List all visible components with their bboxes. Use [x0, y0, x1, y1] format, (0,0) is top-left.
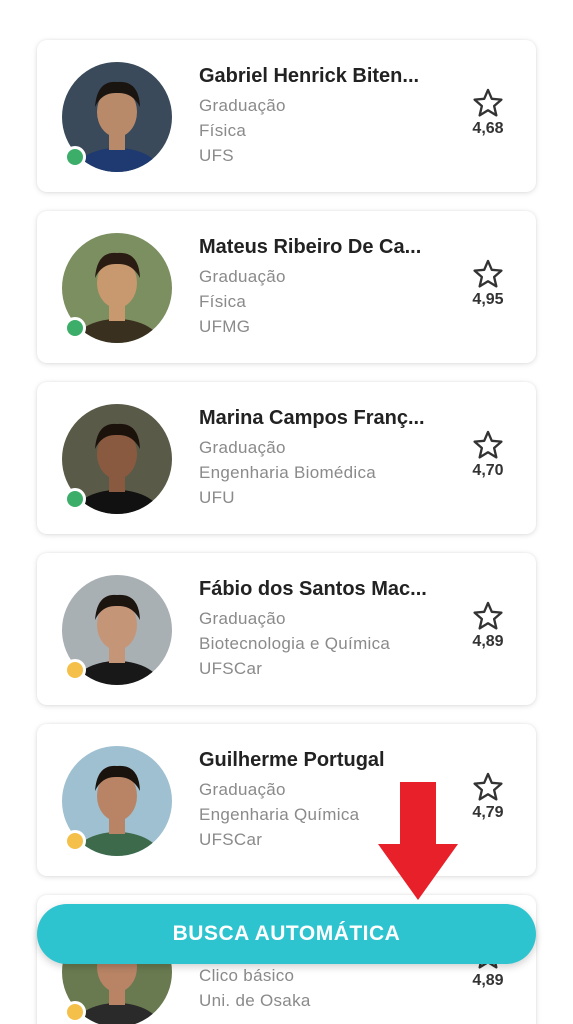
tutor-course: Uni. de Osaka — [199, 991, 311, 1010]
tutor-rating: 4,95 — [462, 259, 514, 309]
arrow-down-icon — [378, 782, 458, 900]
tutor-card[interactable]: Guilherme Portugal Graduação Engenharia … — [37, 724, 536, 876]
online-status-indicator — [64, 317, 86, 339]
star-outline-icon — [462, 772, 514, 802]
tutor-name: Gabriel Henrick Biten... — [199, 65, 420, 87]
rating-value: 4,70 — [472, 462, 504, 479]
star-outline-icon — [462, 430, 514, 460]
away-status-indicator — [64, 1001, 86, 1023]
tutor-university: UFU — [199, 488, 235, 507]
automatic-search-button[interactable]: BUSCA AUTOMÁTICA — [37, 904, 536, 964]
star-outline-icon — [462, 259, 514, 289]
tutor-course: Física — [199, 292, 247, 311]
tutor-level: Graduação — [199, 96, 286, 115]
star-outline-icon — [462, 601, 514, 631]
tutor-name: Mateus Ribeiro De Ca... — [199, 236, 422, 258]
tutor-course: Biotecnologia e Química — [199, 634, 391, 653]
rating-value: 4,89 — [472, 633, 504, 650]
tutor-rating: 4,89 — [462, 601, 514, 651]
tutor-course: Física — [199, 121, 247, 140]
tutor-university: UFS — [199, 146, 234, 165]
rating-value: 4,89 — [472, 972, 504, 989]
rating-value: 4,68 — [472, 120, 504, 137]
tutor-level: Graduação — [199, 267, 286, 286]
tutor-card[interactable]: Mateus Ribeiro De Ca... Graduação Física… — [37, 211, 536, 363]
tutor-rating: 4,79 — [462, 772, 514, 822]
tutor-university: UFMG — [199, 317, 251, 336]
tutor-level: Graduação — [199, 438, 286, 457]
tutor-course: Engenharia Biomédica — [199, 463, 377, 482]
tutor-level: Graduação — [199, 609, 286, 628]
online-status-indicator — [64, 146, 86, 168]
tutor-name: Guilherme Portugal — [199, 749, 385, 771]
away-status-indicator — [64, 659, 86, 681]
tutor-rating: 4,70 — [462, 430, 514, 480]
online-status-indicator — [64, 488, 86, 510]
tutor-rating: 4,68 — [462, 88, 514, 138]
rating-value: 4,79 — [472, 804, 504, 821]
star-outline-icon — [462, 88, 514, 118]
tutor-list: Gabriel Henrick Biten... Graduação Físic… — [0, 0, 573, 1024]
tutor-university: UFSCar — [199, 659, 263, 678]
rating-value: 4,95 — [472, 291, 504, 308]
tutor-name: Fábio dos Santos Mac... — [199, 578, 427, 600]
away-status-indicator — [64, 830, 86, 852]
tutor-name: Marina Campos Franç... — [199, 407, 425, 429]
tutor-card[interactable]: Marina Campos Franç... Graduação Engenha… — [37, 382, 536, 534]
tutor-card[interactable]: Gabriel Henrick Biten... Graduação Físic… — [37, 40, 536, 192]
tutor-card[interactable]: Fábio dos Santos Mac... Graduação Biotec… — [37, 553, 536, 705]
tutor-level: Clico básico — [199, 966, 295, 985]
